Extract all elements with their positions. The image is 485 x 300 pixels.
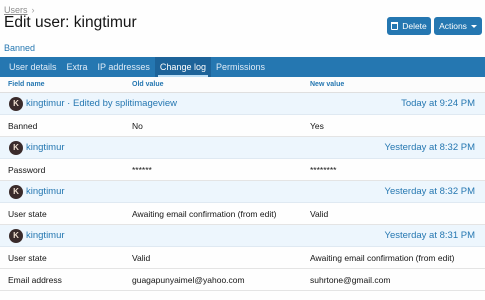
change-date: Yesterday at 8:32 PM (384, 142, 475, 153)
avatar[interactable]: K (9, 140, 23, 155)
banned-status-link[interactable]: Banned (4, 43, 35, 53)
table-row: Banned No Yes (0, 115, 485, 137)
username-link[interactable]: kingtimur (26, 98, 65, 109)
old-value-cell: Awaiting email confirmation (from edit) (132, 208, 277, 219)
column-header-field: Field name (8, 81, 45, 88)
username-link[interactable]: kingtimur (26, 142, 65, 153)
change-group-header: K kingtimur Yesterday at 8:32 PM (0, 181, 485, 203)
change-group-title: kingtimur (26, 142, 65, 153)
change-log-table: Field name Old value New value K kingtim… (0, 77, 485, 291)
table-row: User state Valid Awaiting email confirma… (0, 247, 485, 269)
old-value-cell: No (132, 120, 143, 131)
table-row: Password ****** ******** (0, 159, 485, 181)
table-row: User state Awaiting email confirmation (… (0, 203, 485, 225)
old-value-cell: ****** (132, 164, 152, 175)
column-header-new: New value (310, 81, 345, 88)
field-name-cell: User state (8, 252, 47, 263)
field-name-cell: User state (8, 208, 47, 219)
change-date: Yesterday at 8:31 PM (384, 230, 475, 241)
avatar[interactable]: K (9, 184, 23, 199)
field-name-cell: Password (8, 164, 46, 175)
tab-permissions[interactable]: Permissions (211, 57, 270, 77)
change-date: Today at 9:24 PM (401, 98, 475, 109)
caret-down-icon (470, 24, 477, 28)
change-group-title: kingtimur (26, 230, 65, 241)
avatar[interactable]: K (9, 96, 23, 111)
change-group-header: K kingtimur Yesterday at 8:32 PM (0, 137, 485, 159)
old-value-cell: Valid (132, 252, 151, 263)
tab-change-log[interactable]: Change log (154, 57, 211, 77)
new-value-cell: Awaiting email confirmation (from edit) (310, 252, 455, 263)
field-name-cell: Email address (8, 274, 62, 285)
page-title: Edit user: kingtimur (4, 14, 137, 31)
avatar[interactable]: K (9, 228, 23, 243)
new-value-cell: suhrtone@gmail.com (310, 274, 391, 285)
table-row: Email address guagapunyaimel@yahoo.com s… (0, 269, 485, 291)
username-link[interactable]: kingtimur (26, 186, 65, 197)
change-group-header: K kingtimur Yesterday at 8:31 PM (0, 225, 485, 247)
table-header: Field name Old value New value (0, 77, 485, 93)
delete-button[interactable]: Delete (387, 17, 431, 35)
change-group-title: kingtimur · Edited by splitimageview (26, 98, 177, 109)
edited-by-text: · Edited by splitimageview (64, 98, 178, 109)
delete-button-label: Delete (402, 21, 427, 31)
new-value-cell: ******** (310, 164, 337, 175)
actions-button-label: Actions (439, 21, 467, 31)
trash-icon (391, 22, 399, 30)
tab-user-details[interactable]: User details (4, 57, 62, 77)
change-group-header: K kingtimur · Edited by splitimageview T… (0, 93, 485, 115)
username-link[interactable]: kingtimur (26, 230, 65, 241)
change-group-title: kingtimur (26, 186, 65, 197)
change-date: Yesterday at 8:32 PM (384, 186, 475, 197)
field-name-cell: Banned (8, 120, 38, 131)
new-value-cell: Valid (310, 208, 329, 219)
old-value-cell: guagapunyaimel@yahoo.com (132, 274, 245, 285)
tab-ip-addresses[interactable]: IP addresses (93, 57, 155, 77)
column-header-old: Old value (132, 81, 164, 88)
new-value-cell: Yes (310, 120, 324, 131)
actions-button[interactable]: Actions (434, 17, 482, 35)
tab-extra[interactable]: Extra (62, 57, 93, 77)
tab-bar: User details Extra IP addresses Change l… (0, 57, 485, 77)
